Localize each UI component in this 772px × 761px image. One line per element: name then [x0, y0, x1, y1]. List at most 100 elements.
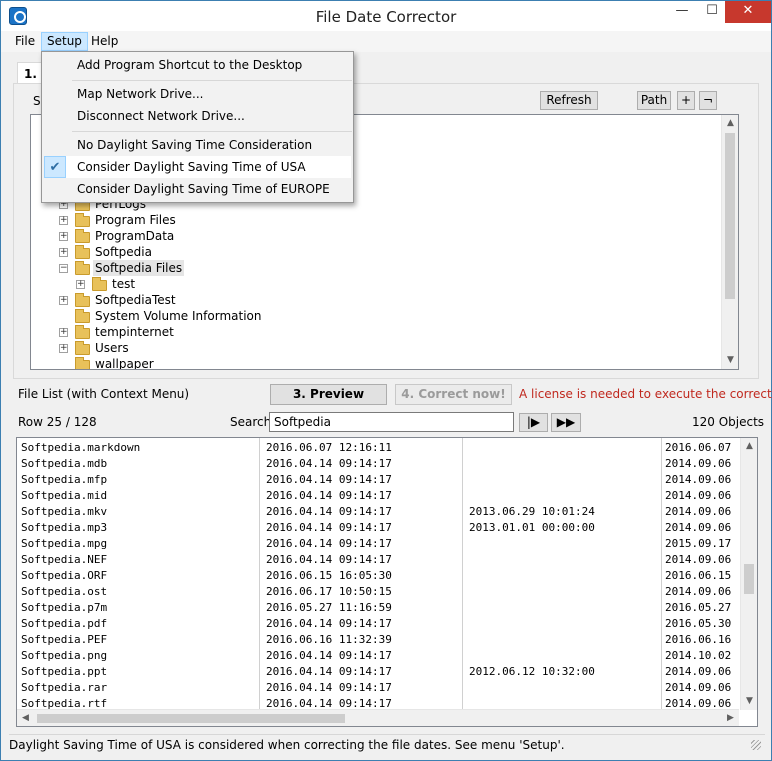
cell-d3: 2014.09.06: [665, 473, 732, 486]
tree-item-label: tempinternet: [95, 325, 174, 339]
file-list-grid[interactable]: Softpedia.markdown 2016.06.07 12:16:11 201…: [16, 437, 758, 727]
scroll-down-icon[interactable]: ▼: [741, 693, 757, 710]
search-input[interactable]: Softpedia: [269, 412, 514, 432]
table-row[interactable]: Softpedia.mp3 2016.04.14 09:14:17 2013.01.…: [17, 520, 739, 536]
expand-icon[interactable]: +: [76, 280, 85, 289]
cell-d1: 2016.06.17 10:50:15: [266, 585, 392, 598]
scroll-up-icon[interactable]: ▲: [741, 438, 757, 455]
scroll-down-icon[interactable]: ▼: [722, 352, 738, 369]
table-row[interactable]: Softpedia.markdown 2016.06.07 12:16:11 201…: [17, 440, 739, 456]
path-button[interactable]: Path: [637, 91, 671, 110]
table-row[interactable]: Softpedia.mfp 2016.04.14 09:14:17 2014.09.…: [17, 472, 739, 488]
cell-d3: 2014.09.06: [665, 521, 732, 534]
menu-help[interactable]: Help: [86, 32, 123, 51]
grid-hscroll-thumb[interactable]: [37, 714, 345, 723]
menu-dst-europe[interactable]: Consider Daylight Saving Time of EUROPE: [44, 178, 351, 200]
menu-dst-usa[interactable]: Consider Daylight Saving Time of USA: [44, 156, 351, 178]
tree-item[interactable]: − Softpedia Files: [31, 260, 721, 276]
collapse-button[interactable]: ¬: [699, 91, 717, 110]
tree-item[interactable]: wallpaper: [31, 356, 721, 369]
cell-d1: 2016.04.14 09:14:17: [266, 537, 392, 550]
tree-scroll-thumb[interactable]: [725, 133, 735, 299]
table-row[interactable]: Softpedia.rar 2016.04.14 09:14:17 2014.09.…: [17, 680, 739, 696]
cell-name: Softpedia.pdf: [21, 617, 108, 630]
table-row[interactable]: Softpedia.mpg 2016.04.14 09:14:17 2015.09.…: [17, 536, 739, 552]
tree-item-label: test: [112, 277, 136, 291]
find-all-button[interactable]: ▶▶: [551, 413, 581, 432]
menu-file[interactable]: File: [10, 32, 40, 51]
expand-icon[interactable]: +: [59, 232, 68, 241]
cell-name: Softpedia.mkv: [21, 505, 108, 518]
refresh-button[interactable]: Refresh: [540, 91, 598, 110]
minimize-icon[interactable]: —: [668, 1, 696, 23]
cell-name: Softpedia.ppt: [21, 665, 108, 678]
menu-setup[interactable]: Setup: [41, 32, 88, 51]
resize-grip-icon[interactable]: [751, 740, 761, 750]
preview-button[interactable]: 3. Preview: [270, 384, 387, 405]
tree-item[interactable]: + Program Files: [31, 212, 721, 228]
cell-name: Softpedia.mpg: [21, 537, 108, 550]
table-row[interactable]: Softpedia.pdf 2016.04.14 09:14:17 2016.05.…: [17, 616, 739, 632]
cell-d2: 2012.06.12 10:32:00: [469, 665, 595, 678]
table-row[interactable]: Softpedia.ppt 2016.04.14 09:14:17 2012.06.…: [17, 664, 739, 680]
close-icon[interactable]: ✕: [725, 1, 771, 23]
correct-now-button[interactable]: 4. Correct now!: [395, 384, 512, 405]
cell-name: Softpedia.mfp: [21, 473, 108, 486]
tree-item[interactable]: + Users: [31, 340, 721, 356]
tree-item-label: System Volume Information: [95, 309, 262, 323]
cell-d3: 2016.06.15: [665, 569, 732, 582]
tree-item[interactable]: + Softpedia: [31, 244, 721, 260]
tree-scrollbar[interactable]: ▲ ▼: [721, 115, 738, 369]
expand-icon[interactable]: +: [59, 328, 68, 337]
table-row[interactable]: Softpedia.mkv 2016.04.14 09:14:17 2013.06.…: [17, 504, 739, 520]
cell-d3: 2015.09.17: [665, 537, 732, 550]
tree-item[interactable]: System Volume Information: [31, 308, 721, 324]
table-row[interactable]: Softpedia.png 2016.04.14 09:14:17 2014.10.…: [17, 648, 739, 664]
tree-item[interactable]: + ProgramData: [31, 228, 721, 244]
cell-d2: 2013.06.29 10:01:24: [469, 505, 595, 518]
table-row[interactable]: Softpedia.ORF 2016.06.15 16:05:30 2016.06.…: [17, 568, 739, 584]
maximize-icon[interactable]: ☐: [698, 1, 726, 23]
cell-d1: 2016.04.14 09:14:17: [266, 681, 392, 694]
table-row[interactable]: Softpedia.mid 2016.04.14 09:14:17 2014.09.…: [17, 488, 739, 504]
menu-no-dst[interactable]: No Daylight Saving Time Consideration: [44, 134, 351, 156]
cell-name: Softpedia.p7m: [21, 601, 108, 614]
tree-item[interactable]: + test: [31, 276, 721, 292]
find-next-button[interactable]: |▶: [519, 413, 548, 432]
menu-separator: [72, 80, 352, 81]
tree-item[interactable]: + SoftpediaTest: [31, 292, 721, 308]
folder-icon: [75, 309, 90, 323]
expand-icon[interactable]: +: [59, 296, 68, 305]
cell-name: Softpedia.mid: [21, 489, 108, 502]
grid-scroll-thumb[interactable]: [744, 564, 754, 594]
cell-d3: 2014.09.06: [665, 489, 732, 502]
scroll-up-icon[interactable]: ▲: [722, 115, 738, 132]
grid-hscrollbar[interactable]: ◀ ▶: [17, 709, 739, 726]
expand-icon[interactable]: +: [59, 248, 68, 257]
menu-disconnect-network-drive[interactable]: Disconnect Network Drive...: [44, 105, 351, 127]
tree-item-label: Users: [95, 341, 129, 355]
table-row[interactable]: Softpedia.NEF 2016.04.14 09:14:17 2014.09.…: [17, 552, 739, 568]
expand-icon[interactable]: +: [59, 344, 68, 353]
scroll-right-icon[interactable]: ▶: [722, 710, 739, 726]
tree-item-label: ProgramData: [95, 229, 175, 243]
collapse-icon[interactable]: −: [59, 264, 68, 273]
folder-icon: [75, 229, 90, 243]
folder-icon: [75, 213, 90, 227]
table-row[interactable]: Softpedia.mdb 2016.04.14 09:14:17 2014.09.…: [17, 456, 739, 472]
table-row[interactable]: Softpedia.ost 2016.06.17 10:50:15 2014.09.…: [17, 584, 739, 600]
table-row[interactable]: Softpedia.PEF 2016.06.16 11:32:39 2016.06.…: [17, 632, 739, 648]
folder-icon: [75, 325, 90, 339]
cell-d1: 2016.04.14 09:14:17: [266, 553, 392, 566]
tree-item-label: Softpedia Files: [93, 260, 185, 276]
check-icon: ✔: [44, 156, 66, 178]
grid-scrollbar[interactable]: ▲ ▼: [740, 438, 757, 710]
expand-icon[interactable]: +: [59, 216, 68, 225]
menu-map-network-drive[interactable]: Map Network Drive...: [44, 83, 351, 105]
cell-d3: 2016.06.07: [665, 441, 732, 454]
table-row[interactable]: Softpedia.p7m 2016.05.27 11:16:59 2016.05.…: [17, 600, 739, 616]
scroll-left-icon[interactable]: ◀: [17, 710, 34, 726]
tree-item[interactable]: + tempinternet: [31, 324, 721, 340]
expand-button[interactable]: +: [677, 91, 695, 110]
menu-add-shortcut[interactable]: Add Program Shortcut to the Desktop: [44, 54, 351, 76]
